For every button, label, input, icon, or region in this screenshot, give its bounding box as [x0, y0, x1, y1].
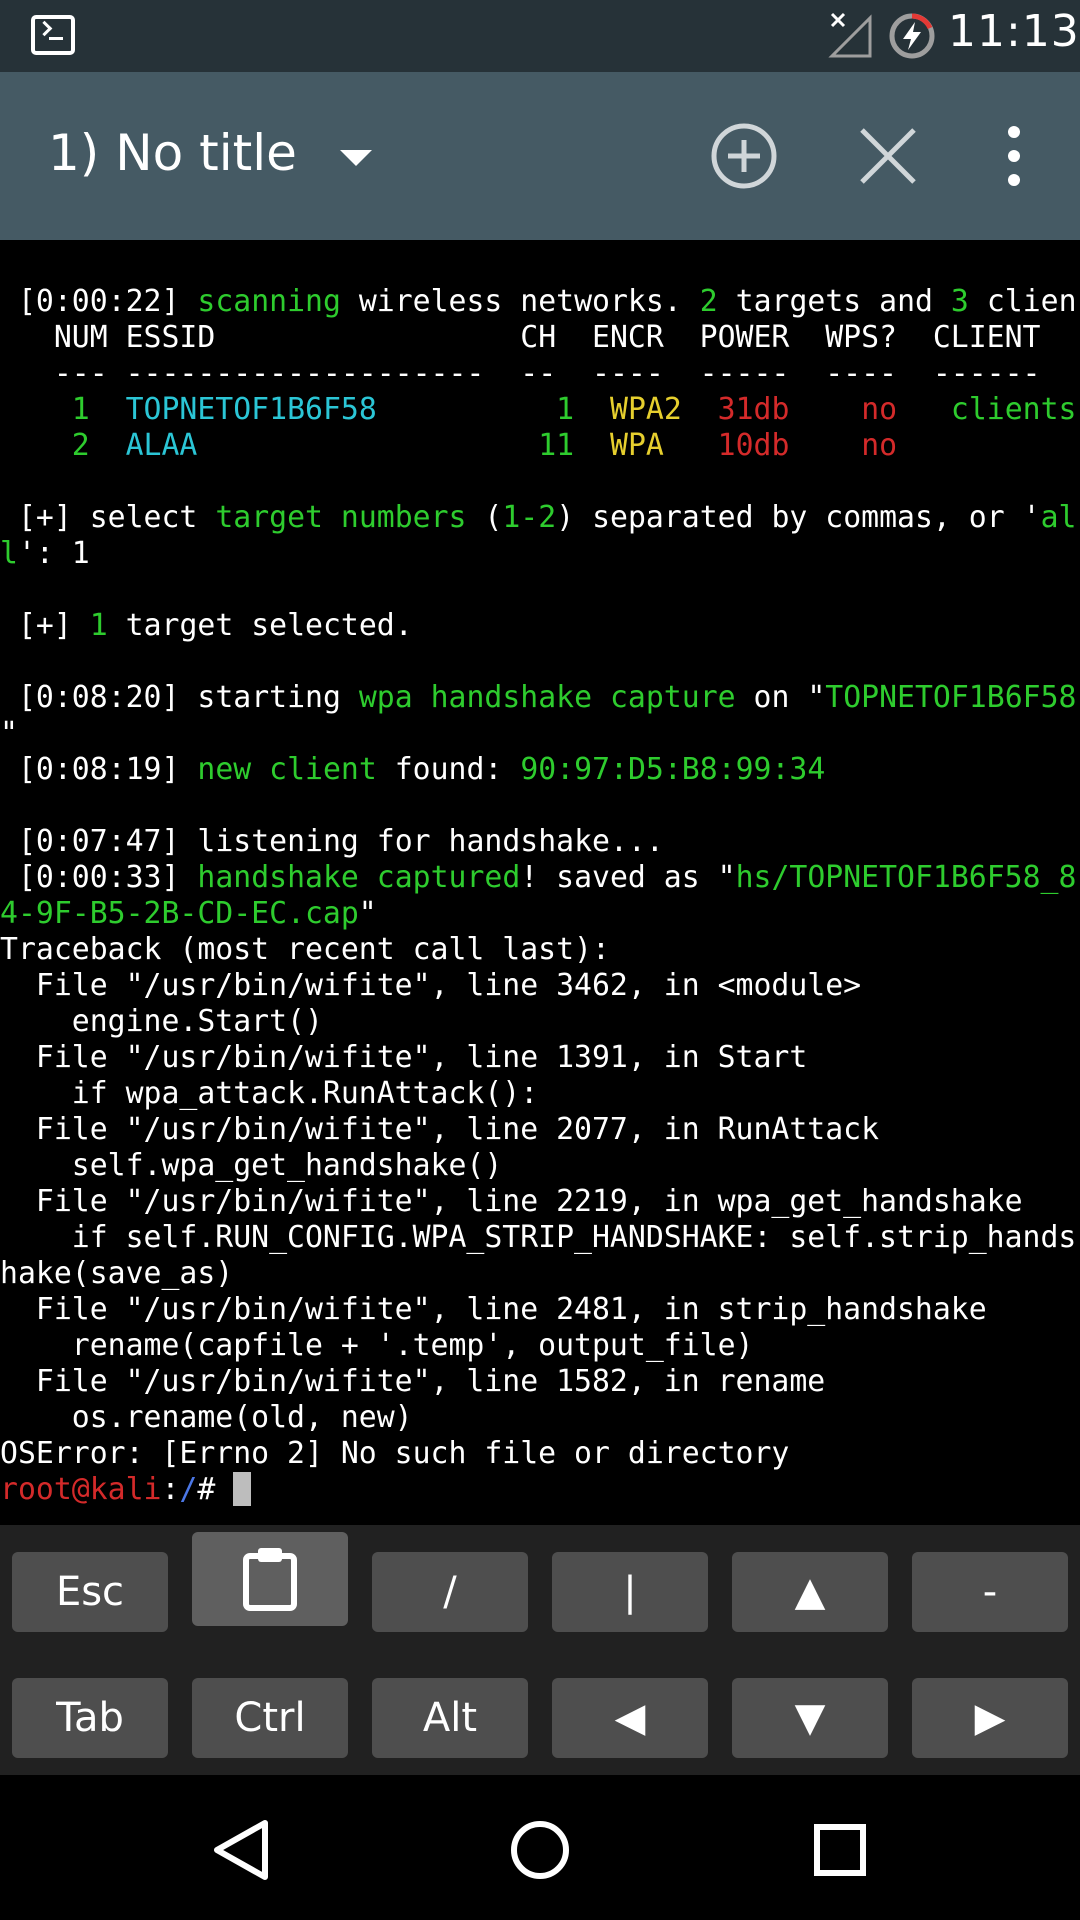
prompt-user: root@kali — [0, 1472, 162, 1507]
clipboard-icon — [243, 1548, 297, 1611]
status-clock: 11:13 — [948, 6, 1080, 57]
terminal-output[interactable]: [0:00:22] scanning wireless networks. 2 … — [0, 240, 1080, 1525]
terminal-app-icon — [31, 15, 75, 55]
up-arrow-key[interactable]: ▲ — [732, 1552, 888, 1632]
esc-key[interactable]: Esc — [12, 1552, 168, 1632]
slash-key[interactable]: / — [372, 1552, 528, 1632]
dash-key[interactable]: - — [912, 1552, 1068, 1632]
recents-icon[interactable] — [805, 1815, 875, 1885]
down-arrow-key[interactable]: ▼ — [732, 1678, 888, 1758]
pipe-key[interactable]: | — [552, 1552, 708, 1632]
back-icon[interactable] — [205, 1815, 275, 1885]
right-arrow-key[interactable]: ▶ — [912, 1678, 1068, 1758]
session-title[interactable]: 1) No title — [48, 124, 297, 182]
left-arrow-key[interactable]: ◀ — [552, 1678, 708, 1758]
close-session-icon[interactable] — [848, 116, 928, 196]
overflow-menu-icon[interactable] — [974, 116, 1054, 196]
tab-key[interactable]: Tab — [12, 1678, 168, 1758]
battery-charging-icon — [889, 13, 935, 59]
navigation-bar — [0, 1775, 1080, 1920]
terminal-cursor — [233, 1472, 252, 1506]
add-session-icon[interactable] — [704, 116, 784, 196]
dropdown-arrow-icon[interactable] — [340, 150, 372, 166]
terminal-text: [0:00:22] scanning wireless networks. 2 … — [0, 284, 1077, 1507]
session-toolbar: 1) No title — [0, 72, 1080, 240]
no-signal-icon — [828, 12, 872, 58]
extra-keys-bar: Esc / | ▲ - Tab Ctrl Alt ◀ ▼ ▶ — [0, 1525, 1080, 1775]
alt-key[interactable]: Alt — [372, 1678, 528, 1758]
status-bar: 11:13 — [0, 0, 1080, 72]
clipboard-key[interactable] — [192, 1532, 348, 1626]
ctrl-key[interactable]: Ctrl — [192, 1678, 348, 1758]
home-icon[interactable] — [505, 1815, 575, 1885]
